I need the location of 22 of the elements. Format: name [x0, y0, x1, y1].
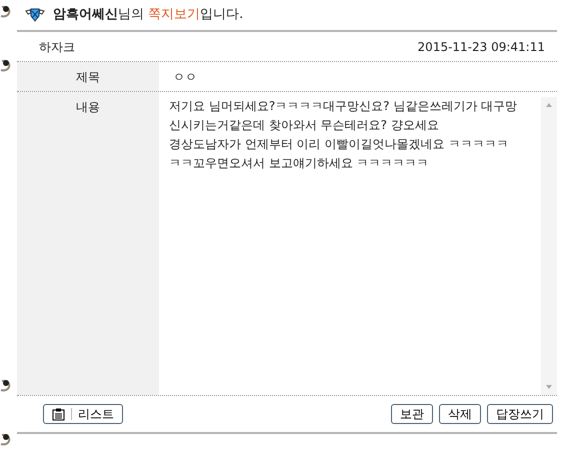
page-title: 암흑어쎄신님의 쪽지보기 입니다.	[53, 6, 244, 24]
list-button[interactable]: 리스트	[43, 404, 123, 424]
binder-ring-icon	[0, 4, 12, 20]
sent-datetime: 2015-11-23 09:41:11	[418, 38, 545, 56]
action-button[interactable]: 답장쓰기	[487, 404, 553, 424]
field-value: ㅇㅇ	[173, 68, 197, 86]
binder-ring-icon	[0, 378, 12, 394]
message-line: 저기요 님머되세요?ㅋㅋㅋㅋ대구망신요? 님같은쓰레기가 대구망	[169, 98, 518, 115]
field-label: 제목	[76, 68, 100, 86]
binder-ring-icon	[0, 58, 12, 74]
winged-shield-icon	[25, 7, 45, 23]
action-button[interactable]: 보관	[391, 404, 433, 424]
message-line: 경상도남자가 언제부터 이리 이빨이길엇나몰겠네요 ㅋㅋㅋㅋㅋ	[169, 136, 508, 153]
scrollbar[interactable]	[541, 97, 557, 395]
clipboard-icon	[52, 408, 65, 420]
binder-ring-icon	[0, 432, 12, 448]
sender-name: 하자크	[39, 38, 75, 56]
message-textarea[interactable]: 저기요 님머되세요?ㅋㅋㅋㅋ대구망신요? 님같은쓰레기가 대구망 신시키는거같은데 찾아와서 무슨테러요? 걍오세요 경상도남자가 언제부터 이리 이빨이길엇나몰겠네요 ㅋㅋㅋㅋㅋ ㅋㅋ꼬우면오셔서 보고얘기하세요 ㅋㅋㅋㅋㅋㅋ	[159, 92, 557, 395]
field-label: 내용	[76, 99, 100, 116]
action-button[interactable]: 삭제	[439, 404, 481, 424]
message-line: ㅋㅋ꼬우면오셔서 보고얘기하세요 ㅋㅋㅋㅋㅋㅋ	[169, 155, 429, 172]
message-line: 신시키는거같은데 찾아와서 무슨테러요? 걍오세요	[169, 117, 439, 134]
